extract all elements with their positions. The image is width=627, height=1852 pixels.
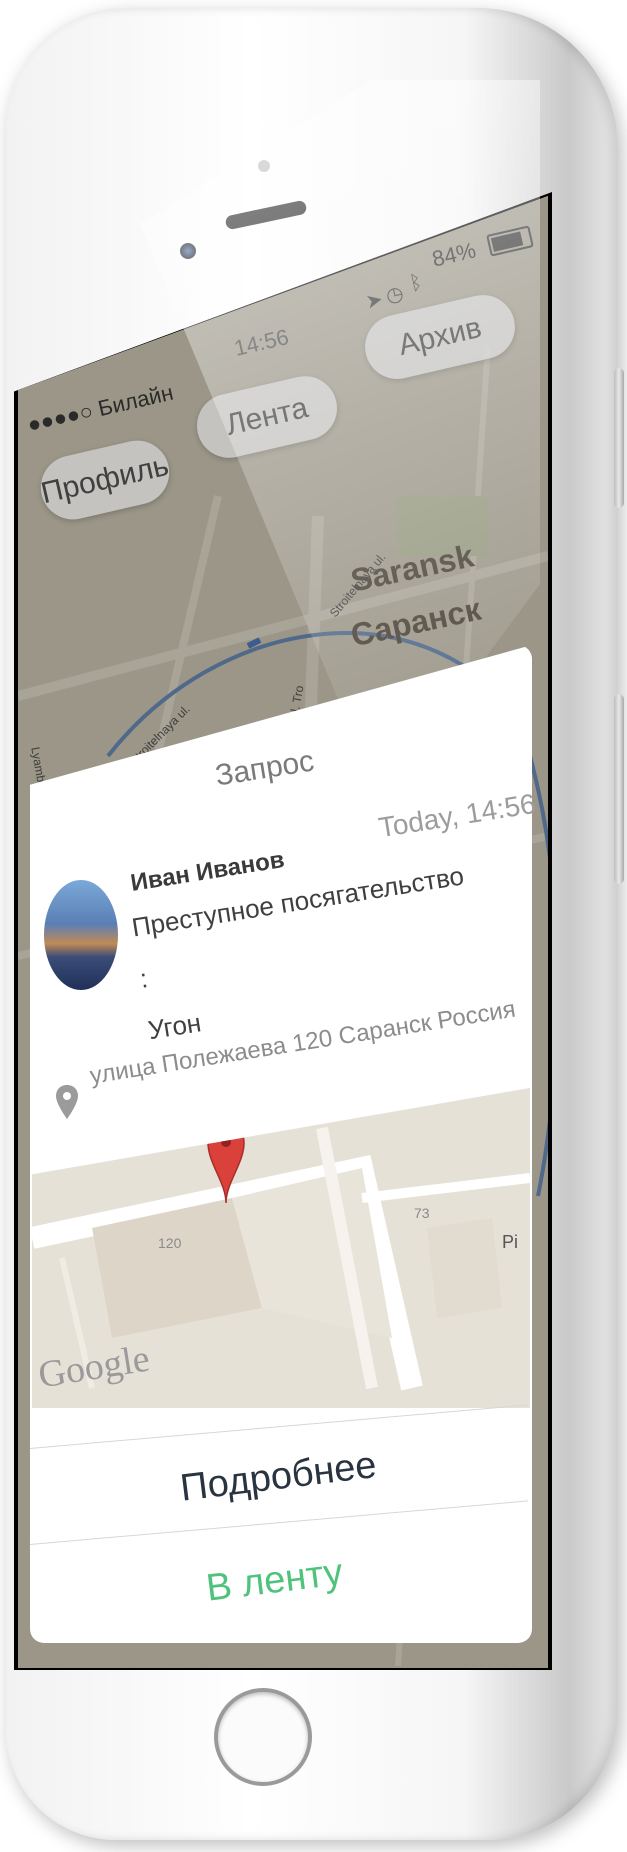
location-pin-icon: [56, 1085, 78, 1119]
map-street-fragment: Pi: [502, 1232, 518, 1252]
avatar[interactable]: [44, 880, 118, 990]
volume-up-button: [614, 368, 624, 508]
volume-down-button: [614, 694, 624, 884]
front-camera: [180, 243, 196, 259]
iphone-device: ●●●●○ Билайн 14:56 84% ➤ ◷ ᛒ Профиль Лен…: [0, 0, 627, 1852]
map-house-number: 73: [414, 1205, 430, 1221]
home-button[interactable]: [214, 1688, 312, 1786]
proximity-sensor: [258, 160, 270, 172]
map-house-number: 120: [158, 1235, 182, 1251]
